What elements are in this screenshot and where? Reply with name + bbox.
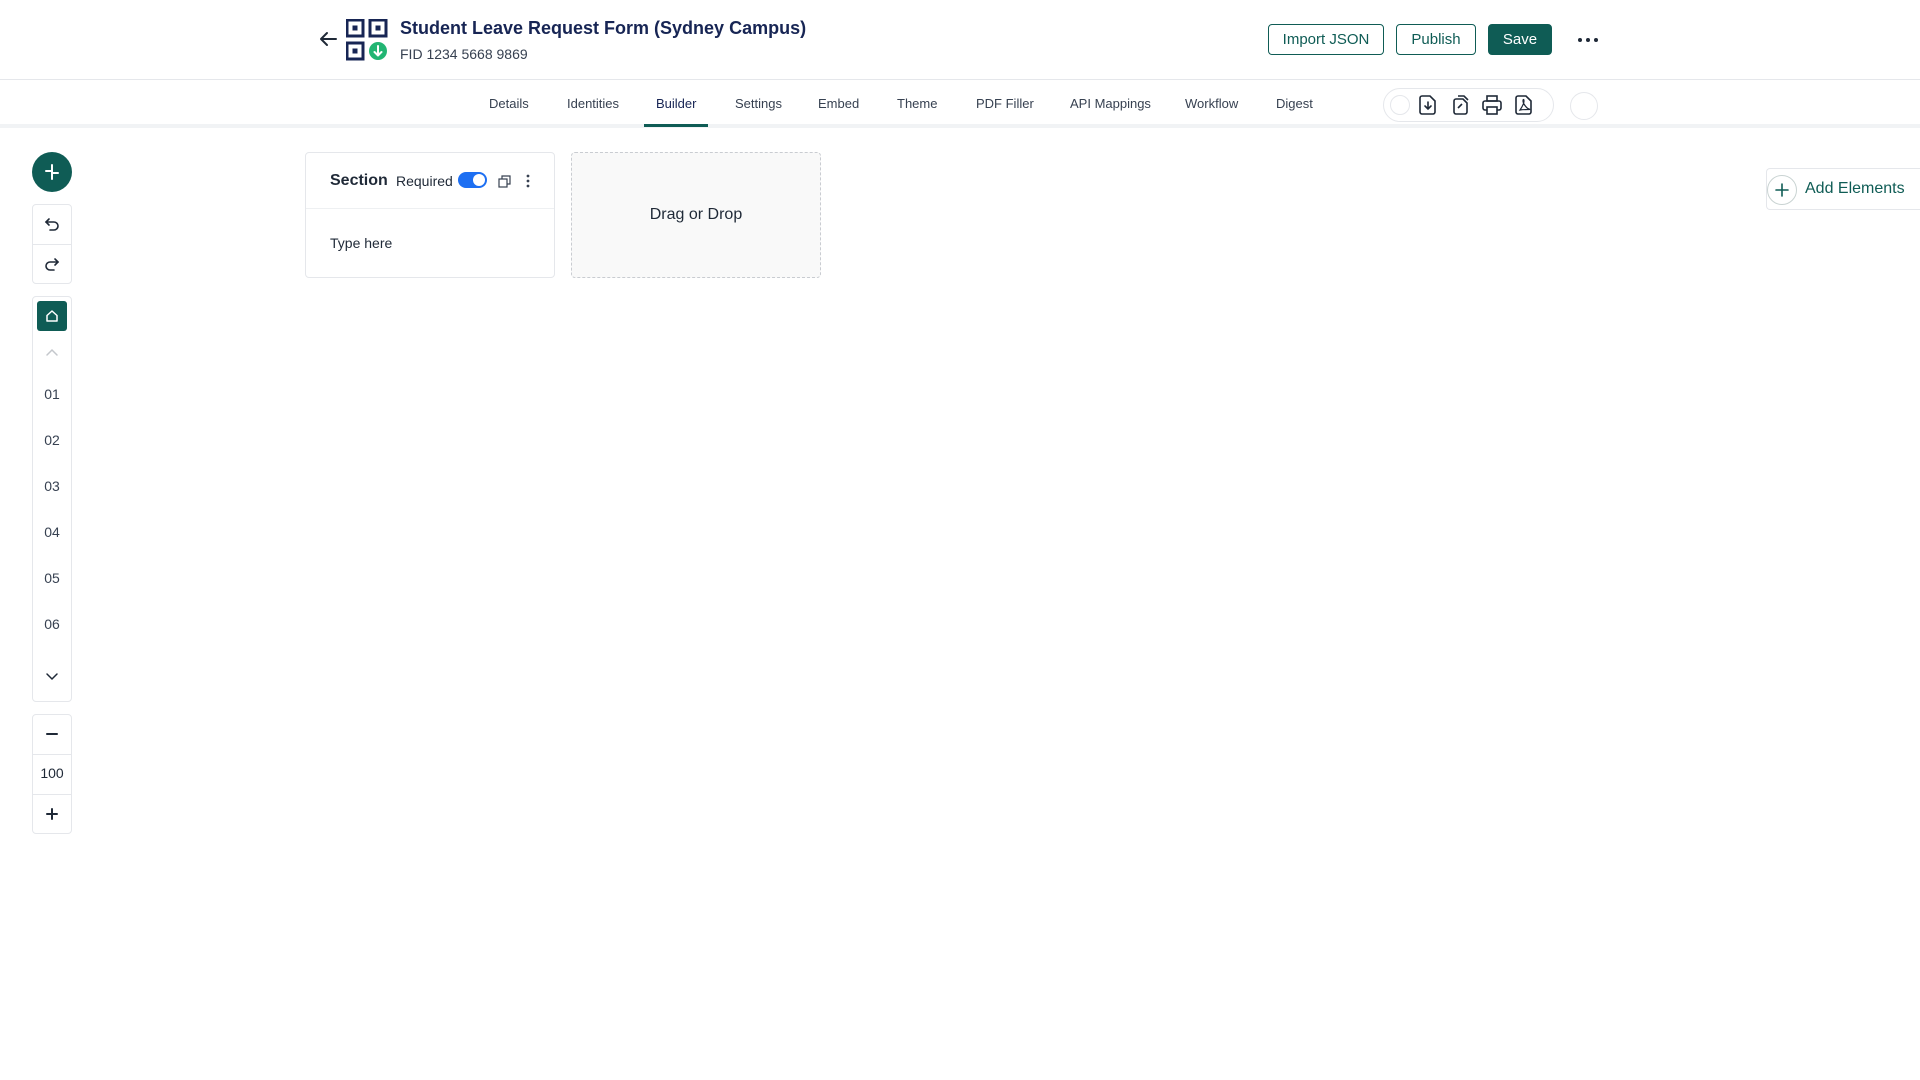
- duplicate-icon[interactable]: [496, 173, 512, 189]
- page-item[interactable]: 03: [33, 478, 71, 494]
- form-id: FID 1234 5668 9869: [400, 46, 528, 62]
- save-button[interactable]: Save: [1488, 24, 1552, 55]
- tab-details[interactable]: Details: [477, 80, 541, 126]
- page-item[interactable]: 04: [33, 524, 71, 540]
- tab-theme[interactable]: Theme: [885, 80, 949, 126]
- chevron-up-icon[interactable]: [33, 337, 71, 367]
- header-bar: Student Leave Request Form (Sydney Campu…: [0, 0, 1920, 80]
- add-elements-label: Add Elements: [1805, 180, 1905, 197]
- page-navigator: 01 02 03 04 05 06: [32, 296, 72, 702]
- tab-embed[interactable]: Embed: [806, 80, 871, 126]
- more-options-icon[interactable]: [1574, 26, 1602, 54]
- section-header: Section Required: [306, 153, 554, 209]
- home-icon[interactable]: [37, 301, 67, 331]
- kebab-menu-icon[interactable]: [520, 173, 536, 189]
- toolbar-extra-button[interactable]: [1570, 92, 1598, 120]
- download-file-icon[interactable]: [1416, 93, 1440, 117]
- tab-workflow[interactable]: Workflow: [1173, 80, 1250, 126]
- zoom-in-icon[interactable]: [33, 795, 71, 833]
- chevron-down-icon[interactable]: [33, 659, 71, 695]
- drop-zone-label: Drag or Drop: [649, 206, 743, 223]
- required-toggle[interactable]: [458, 172, 487, 188]
- plus-icon: [1767, 175, 1797, 205]
- zoom-controls: 100: [32, 714, 72, 834]
- required-label: Required: [396, 173, 453, 189]
- copy-file-icon[interactable]: [1448, 93, 1472, 117]
- undo-icon[interactable]: [33, 205, 71, 243]
- back-arrow-icon[interactable]: [315, 26, 341, 52]
- collapse-button[interactable]: [32, 152, 72, 192]
- section-title[interactable]: Section: [330, 172, 400, 190]
- drop-zone[interactable]: Drag or Drop: [571, 152, 821, 278]
- page-title: Student Leave Request Form (Sydney Campu…: [400, 18, 807, 38]
- tab-api-mappings[interactable]: API Mappings: [1058, 80, 1163, 126]
- zoom-level: 100: [40, 765, 64, 781]
- page-item[interactable]: 06: [33, 616, 71, 632]
- section-text-input[interactable]: Type here: [330, 235, 392, 251]
- tab-builder[interactable]: Builder: [644, 80, 709, 127]
- tab-digest[interactable]: Digest: [1264, 80, 1325, 126]
- print-icon[interactable]: [1480, 93, 1504, 117]
- publish-button[interactable]: Publish: [1396, 24, 1476, 55]
- tab-bar: Details Identities Builder Settings Embe…: [0, 80, 1920, 128]
- form-logo-icon: [345, 18, 388, 61]
- tab-identities[interactable]: Identities: [555, 80, 631, 126]
- tab-settings[interactable]: Settings: [723, 80, 794, 126]
- history-controls: [32, 204, 72, 284]
- add-elements-button[interactable]: Add Elements: [1766, 168, 1920, 210]
- page-item[interactable]: 05: [33, 570, 71, 586]
- toolbar-indicator: [1390, 95, 1410, 115]
- section-card[interactable]: Section Required Type here: [305, 152, 555, 278]
- tab-pdf-filler[interactable]: PDF Filler: [964, 80, 1046, 126]
- pdf-icon[interactable]: [1512, 93, 1536, 117]
- zoom-out-icon[interactable]: [33, 715, 71, 753]
- import-json-button[interactable]: Import JSON: [1268, 24, 1384, 55]
- page-item[interactable]: 01: [33, 386, 71, 402]
- page-item[interactable]: 02: [33, 432, 71, 448]
- redo-icon[interactable]: [33, 245, 71, 283]
- toggle-knob: [473, 174, 485, 186]
